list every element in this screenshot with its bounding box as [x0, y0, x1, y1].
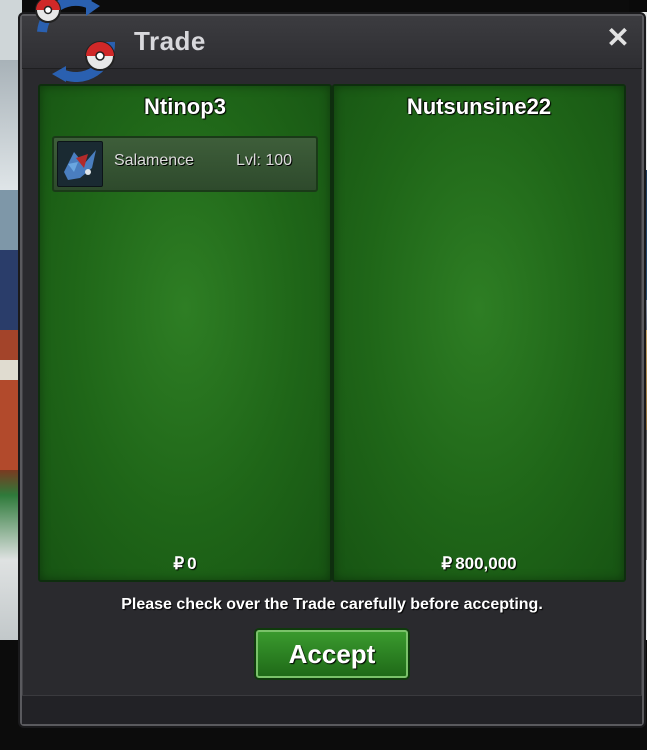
money-amount: 800,000: [455, 554, 517, 573]
pokemon-level: Lvl: 100: [236, 152, 293, 169]
money-amount: 0: [187, 554, 197, 573]
trade-dialog: Trade ✕ Ntinop3 Salamence Lvl: 100 ₽0 Nu…: [20, 14, 644, 726]
partner-offer-panel: Nutsunsine22 ₽800,000: [332, 84, 626, 582]
trade-arrows-pokeball-icon: [35, 0, 115, 82]
close-icon[interactable]: ✕: [604, 24, 632, 52]
own-money-offer: ₽0: [40, 554, 330, 574]
pokedollar-icon: ₽: [441, 554, 453, 573]
pokemon-name: Salamence: [114, 152, 195, 169]
game-background-left: [0, 0, 22, 640]
trade-notice: Please check over the Trade carefully be…: [121, 596, 543, 613]
own-offer-panel: Ntinop3 Salamence Lvl: 100 ₽0: [38, 84, 332, 582]
dialog-footer: [22, 695, 642, 724]
dialog-title: Trade: [134, 26, 206, 56]
own-player-name: Ntinop3: [144, 94, 226, 119]
pokedollar-icon: ₽: [173, 554, 185, 573]
partner-money-offer: ₽800,000: [334, 554, 624, 574]
partner-player-name: Nutsunsine22: [406, 94, 552, 119]
pokemon-slot[interactable]: Salamence Lvl: 100: [52, 136, 318, 192]
accept-button[interactable]: Accept: [256, 630, 408, 678]
salamence-sprite-icon: [57, 141, 103, 187]
